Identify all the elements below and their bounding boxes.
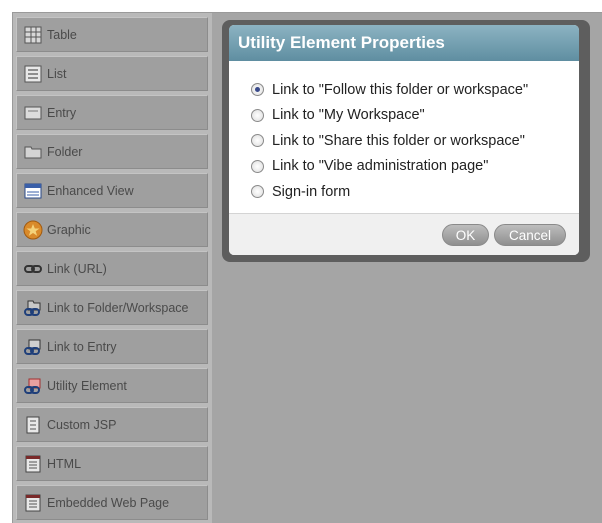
link-icon: [23, 259, 43, 279]
palette-item-table[interactable]: Table: [16, 17, 208, 52]
palette-item-utility-element[interactable]: Utility Element: [16, 368, 208, 403]
dialog-header[interactable]: Utility Element Properties: [229, 25, 579, 61]
palette-item-list[interactable]: List: [16, 56, 208, 91]
option-label: Link to "Share this folder or workspace": [272, 132, 525, 149]
option-label: Link to "Follow this folder or workspace…: [272, 81, 529, 98]
enhanced-view-icon: [23, 181, 43, 201]
palette-item-custom-jsp[interactable]: Custom JSP: [16, 407, 208, 442]
palette-item-html[interactable]: HTML: [16, 446, 208, 481]
option-label: Sign-in form: [272, 183, 351, 200]
link-folder-icon: [23, 298, 43, 318]
radio-button[interactable]: [251, 108, 264, 122]
link-entry-icon: [23, 337, 43, 357]
html-icon: [23, 454, 43, 474]
option-vibe-admin[interactable]: Link to "Vibe administration page": [251, 154, 579, 180]
palette-item-folder[interactable]: Folder: [16, 134, 208, 169]
embedded-web-page-icon: [23, 493, 43, 513]
palette-item-label: List: [47, 66, 67, 81]
option-label: Link to "My Workspace": [272, 107, 425, 124]
palette-item-link-url[interactable]: Link (URL): [16, 251, 208, 286]
palette-item-label: Graphic: [47, 222, 91, 237]
custom-jsp-icon: [23, 415, 43, 435]
cancel-button[interactable]: Cancel: [494, 224, 566, 246]
palette-item-label: Utility Element: [47, 378, 127, 393]
palette-item-label: Enhanced View: [47, 183, 134, 198]
palette-item-label: Custom JSP: [47, 417, 117, 432]
palette-item-embedded-web-page[interactable]: Embedded Web Page: [16, 485, 208, 520]
option-label: Link to "Vibe administration page": [272, 158, 489, 175]
palette-item-label: Link (URL): [47, 261, 107, 276]
dialog-body: Link to "Follow this folder or workspace…: [229, 61, 579, 205]
palette-item-entry[interactable]: Entry: [16, 95, 208, 130]
top-margin: [0, 0, 602, 12]
radio-button[interactable]: [251, 159, 264, 173]
radio-button[interactable]: [251, 83, 264, 97]
utility-element-properties-dialog: Utility Element Properties Link to "Foll…: [229, 25, 579, 255]
list-icon: [23, 64, 43, 84]
dialog-footer: OK Cancel: [229, 213, 579, 255]
palette-item-label: Link to Folder/Workspace: [47, 300, 189, 315]
palette-item-label: Entry: [47, 105, 77, 120]
ok-button[interactable]: OK: [442, 224, 489, 246]
radio-button[interactable]: [251, 185, 264, 199]
palette-item-enhanced-view[interactable]: Enhanced View: [16, 173, 208, 208]
palette-item-label: Table: [47, 27, 77, 42]
option-sign-in-form[interactable]: Sign-in form: [251, 179, 579, 205]
palette-item-link-folder-workspace[interactable]: Link to Folder/Workspace: [16, 290, 208, 325]
option-my-workspace[interactable]: Link to "My Workspace": [251, 103, 579, 129]
table-icon: [23, 25, 43, 45]
palette-item-link-entry[interactable]: Link to Entry: [16, 329, 208, 364]
palette-item-label: Folder: [47, 144, 83, 159]
palette-item-label: HTML: [47, 456, 82, 471]
dialog-title: Utility Element Properties: [238, 33, 445, 52]
option-share-folder[interactable]: Link to "Share this folder or workspace": [251, 128, 579, 154]
radio-button[interactable]: [251, 134, 264, 148]
palette-item-graphic[interactable]: Graphic: [16, 212, 208, 247]
palette-item-label: Embedded Web Page: [47, 495, 170, 510]
folder-icon: [23, 142, 43, 162]
option-follow-folder[interactable]: Link to "Follow this folder or workspace…: [251, 77, 579, 103]
entry-icon: [23, 103, 43, 123]
palette-item-label: Link to Entry: [47, 339, 117, 354]
utility-element-icon: [23, 376, 43, 396]
graphic-icon: [23, 220, 43, 240]
